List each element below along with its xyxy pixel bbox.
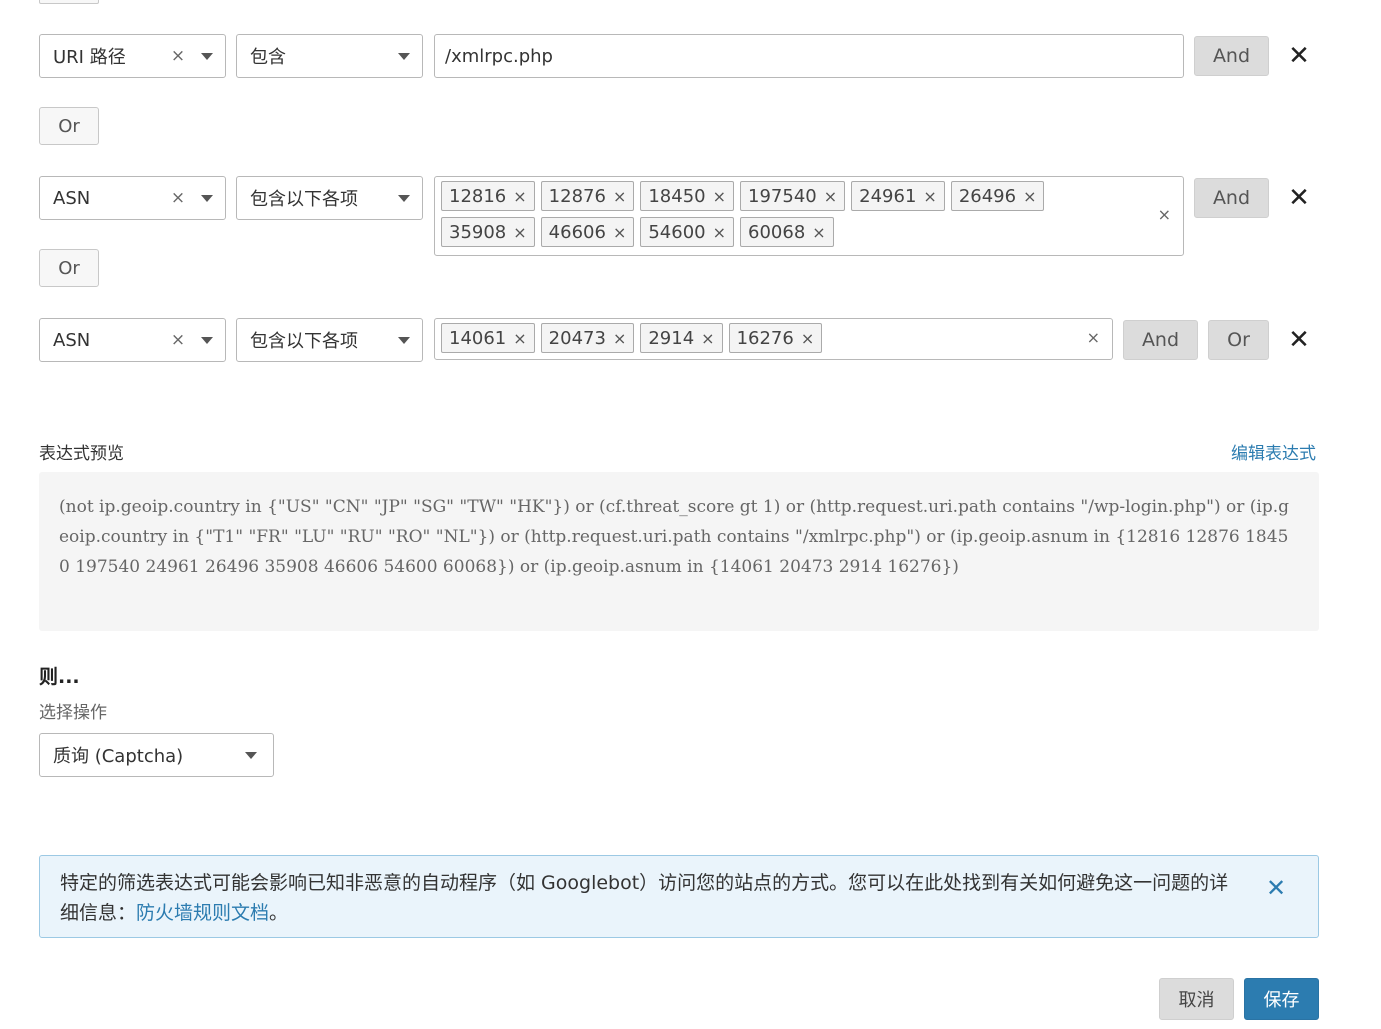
or-button-partial[interactable]: [39, 0, 99, 4]
cancel-button[interactable]: 取消: [1159, 978, 1234, 1020]
expression-preview-title: 表达式预览: [39, 444, 124, 464]
chevron-down-icon[interactable]: [189, 336, 225, 344]
operator-select-value: 包含以下各项: [250, 331, 358, 352]
or-button-row-3[interactable]: Or: [1208, 320, 1269, 360]
remove-tag-icon[interactable]: ×: [701, 329, 714, 348]
remove-row-2-icon[interactable]: ✕: [1284, 183, 1314, 213]
asn-tag: 14061 ×: [441, 323, 535, 353]
edit-expression-link[interactable]: 编辑表达式: [1231, 439, 1316, 464]
asn-tag: 197540 ×: [740, 181, 846, 211]
expression-preview: (not ip.geoip.country in {"US" "CN" "JP"…: [39, 472, 1319, 631]
asn-tag: 18450 ×: [640, 181, 735, 211]
operator-select-row-2[interactable]: 包含以下各项: [236, 176, 423, 220]
field-select-row-3[interactable]: ASN ×: [39, 318, 226, 362]
remove-tag-icon[interactable]: ×: [613, 187, 626, 206]
remove-tag-icon[interactable]: ×: [513, 223, 526, 242]
field-select-row-1[interactable]: URI 路径 ×: [39, 34, 226, 78]
then-title: 则...: [39, 666, 80, 688]
operator-select-row-1[interactable]: 包含: [236, 34, 423, 78]
field-select-value: ASN: [53, 329, 91, 351]
field-select-value: URI 路径: [53, 47, 126, 68]
field-select-value: ASN: [53, 187, 91, 209]
value-input-text: /xmlrpc.php: [445, 45, 553, 67]
close-notice-icon[interactable]: ✕: [1266, 874, 1286, 902]
remove-tag-icon[interactable]: ×: [713, 187, 726, 206]
and-button-row-3[interactable]: And: [1123, 320, 1198, 360]
info-notice: 特定的筛选表达式可能会影响已知非恶意的自动程序（如 Googlebot）访问您的…: [39, 855, 1319, 938]
remove-tag-icon[interactable]: ×: [513, 329, 526, 348]
remove-tag-icon[interactable]: ×: [713, 223, 726, 242]
clear-icon[interactable]: ×: [167, 46, 189, 66]
remove-tag-icon[interactable]: ×: [801, 329, 814, 348]
operator-select-row-3[interactable]: 包含以下各项: [236, 318, 423, 362]
field-select-row-2[interactable]: ASN ×: [39, 176, 226, 220]
action-select-value: 质询 (Captcha): [53, 746, 184, 767]
remove-tag-icon[interactable]: ×: [923, 187, 936, 206]
clear-all-icon[interactable]: ×: [1087, 328, 1100, 347]
asn-tag: 12816 ×: [441, 181, 535, 211]
or-button-2[interactable]: Or: [39, 249, 99, 287]
clear-all-icon[interactable]: ×: [1158, 205, 1171, 224]
asn-tag: 54600 ×: [640, 217, 735, 247]
notice-suffix: 。: [269, 902, 289, 924]
asn-tag: 16276 ×: [728, 323, 823, 353]
remove-tag-icon[interactable]: ×: [824, 187, 837, 206]
remove-row-3-icon[interactable]: ✕: [1284, 325, 1314, 355]
choose-action-label: 选择操作: [39, 703, 107, 723]
chevron-down-icon[interactable]: [386, 194, 422, 202]
asn-tag: 24961 ×: [851, 181, 945, 211]
chevron-down-icon[interactable]: [386, 336, 422, 344]
remove-tag-icon[interactable]: ×: [613, 329, 626, 348]
asn-tag: 26496 ×: [950, 181, 1045, 211]
chevron-down-icon[interactable]: [386, 52, 422, 60]
or-button-1[interactable]: Or: [39, 107, 99, 145]
chevron-down-icon[interactable]: [233, 751, 269, 759]
operator-select-value: 包含: [250, 47, 286, 68]
asn-tag-input-row-3[interactable]: 14061 × 20473 × 2914 × 16276 × ×: [434, 318, 1113, 360]
asn-tag: 2914 ×: [640, 323, 723, 353]
remove-tag-icon[interactable]: ×: [613, 223, 626, 242]
save-button[interactable]: 保存: [1244, 978, 1319, 1020]
firewall-docs-link[interactable]: 防火墙规则文档: [136, 902, 269, 924]
clear-icon[interactable]: ×: [167, 330, 189, 350]
value-input-row-1[interactable]: /xmlrpc.php: [434, 34, 1184, 78]
and-button-row-2[interactable]: And: [1194, 178, 1269, 218]
remove-row-1-icon[interactable]: ✕: [1284, 41, 1314, 71]
clear-icon[interactable]: ×: [167, 188, 189, 208]
action-select[interactable]: 质询 (Captcha): [39, 733, 274, 777]
asn-tag: 60068 ×: [740, 217, 834, 247]
operator-select-value: 包含以下各项: [250, 189, 358, 210]
and-button-row-1[interactable]: And: [1194, 36, 1269, 76]
remove-tag-icon[interactable]: ×: [1023, 187, 1036, 206]
asn-tag: 35908 ×: [441, 217, 535, 247]
asn-tag: 12876 ×: [540, 181, 635, 211]
chevron-down-icon[interactable]: [189, 194, 225, 202]
asn-tag: 20473 ×: [540, 323, 635, 353]
asn-tag: 46606 ×: [540, 217, 635, 247]
asn-tag-input-row-2[interactable]: 12816 × 12876 × 18450 × 197540 × 24961 × 2649…: [434, 176, 1184, 256]
remove-tag-icon[interactable]: ×: [812, 223, 825, 242]
remove-tag-icon[interactable]: ×: [513, 187, 526, 206]
chevron-down-icon[interactable]: [189, 52, 225, 60]
